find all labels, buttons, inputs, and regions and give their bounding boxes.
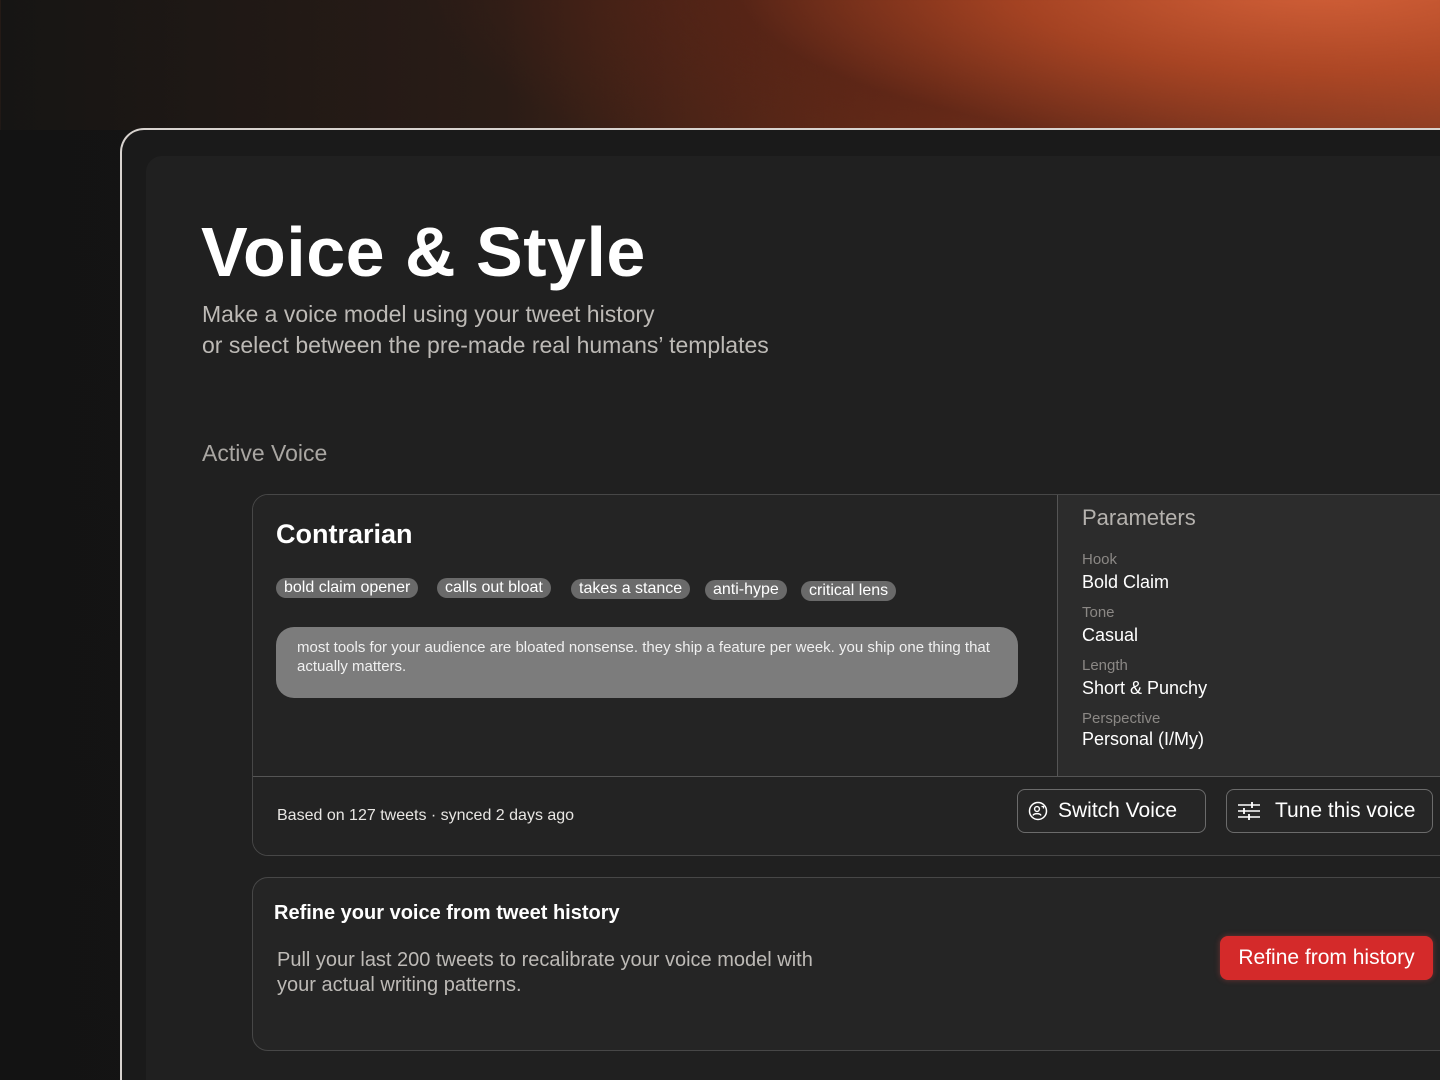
param-value-tone: Casual [1082,625,1139,645]
param-label-length: Length [1082,657,1128,674]
refine-card: Refine your voice from tweet history Pul… [252,877,1440,1051]
parameters-panel: Parameters Hook Bold Claim Tone Casual L… [1058,495,1440,777]
tune-voice-label: Tune this voice [1275,799,1416,822]
subtitle-line-1: Make a voice model using your tweet hist… [202,301,655,327]
switch-voice-label: Switch Voice [1058,799,1178,822]
param-label-hook: Hook [1082,551,1118,568]
parameters-title: Parameters [1082,505,1196,530]
param-value-hook: Bold Claim [1082,572,1170,592]
user-switch-icon [1028,801,1048,821]
voice-tag: takes a stance [571,579,691,599]
voice-name: Contrarian [276,519,413,549]
switch-voice-button[interactable]: Switch Voice [1017,789,1206,833]
param-label-perspective: Perspective [1082,710,1161,727]
active-voice-card: Contrarian bold claim opener calls out b… [252,494,1440,856]
sliders-icon [1238,802,1260,820]
refine-description: Pull your last 200 tweets to recalibrate… [277,949,813,996]
voice-tag: calls out bloat [437,578,551,598]
param-value-length: Short & Punchy [1082,678,1208,698]
voice-tag: critical lens [801,581,897,601]
subtitle-line-2: or select between the pre-made real huma… [202,332,769,358]
active-voice-label: Active Voice [202,440,328,466]
refine-from-history-button[interactable]: Refine from history [1220,936,1433,980]
refine-title: Refine your voice from tweet history [274,902,620,924]
voice-tag: bold claim opener [276,578,419,598]
tune-voice-button[interactable]: Tune this voice [1226,789,1433,833]
sync-status: Based on 127 tweets · synced 2 days ago [277,807,575,824]
voice-sample-text: most tools for your audience are bloated… [276,627,1018,698]
param-value-perspective: Personal (I/My) [1082,729,1205,749]
page-subtitle: Make a voice model using your tweet hist… [202,299,769,361]
param-label-tone: Tone [1082,604,1115,621]
voice-details: Contrarian bold claim opener calls out b… [253,495,1058,777]
voice-card-footer: Based on 127 tweets · synced 2 days ago … [253,777,1440,855]
voice-tag: anti-hype [705,580,787,600]
page-title: Voice & Style [201,213,646,291]
